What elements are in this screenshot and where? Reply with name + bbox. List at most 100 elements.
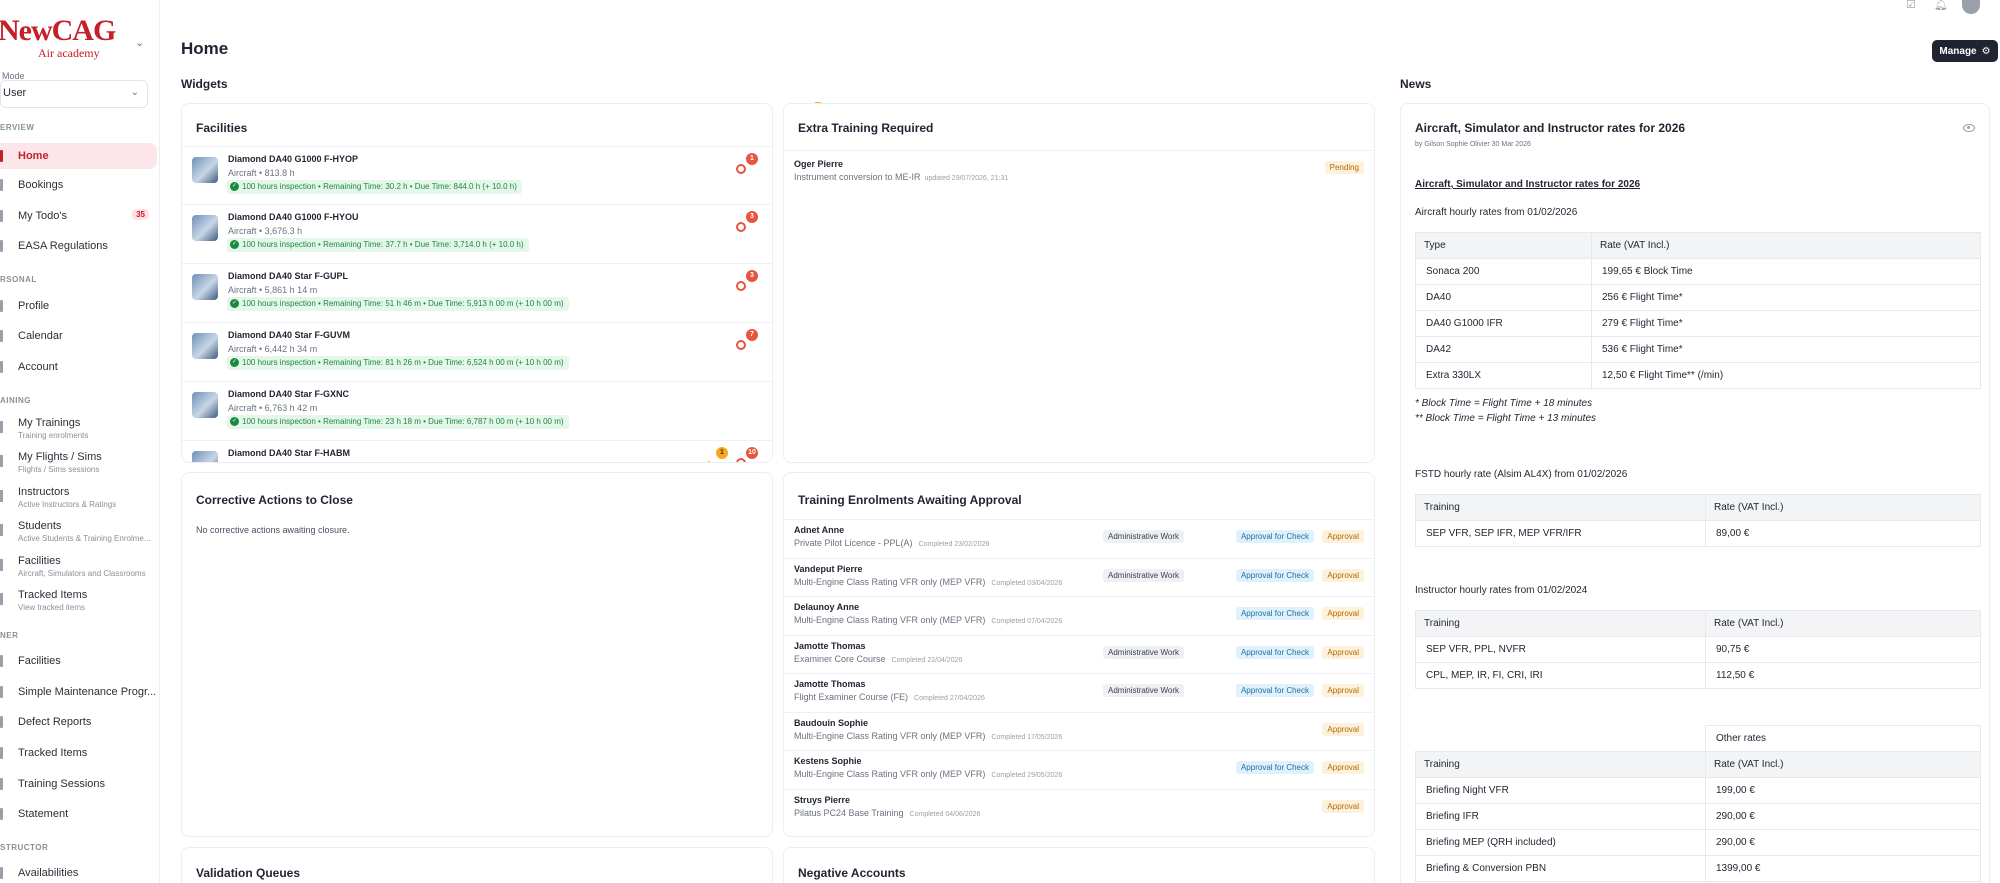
section-personal: RSONAL bbox=[0, 275, 37, 284]
aircraft-thumbnail bbox=[192, 451, 218, 462]
sidebar-item-defect-reports[interactable]: Defect Reports bbox=[0, 709, 157, 735]
table-cell: DA40 G1000 IFR bbox=[1415, 310, 1592, 337]
approval-check-tag: Approval for Check bbox=[1235, 568, 1314, 582]
table-row[interactable]: Jamotte Thomas Examiner Core Course Compl… bbox=[784, 634, 1374, 674]
sidebar-item-facilities[interactable]: Facilities Aircraft, Simulators and Class… bbox=[0, 555, 157, 585]
section-training: AINING bbox=[0, 396, 31, 405]
chevron-down-icon: ⌄ bbox=[130, 87, 139, 98]
table-cell: Briefing & Conversion PBN bbox=[1415, 855, 1706, 882]
sidebar-item-account[interactable]: Account bbox=[0, 354, 157, 380]
instructor-rates-intro: Instructor hourly rates from 01/02/2024 bbox=[1415, 585, 1588, 596]
course-line: Multi-Engine Class Rating VFR only (MEP … bbox=[794, 615, 1062, 625]
course-line: Flight Examiner Course (FE) Completed 27/… bbox=[794, 692, 985, 702]
news-title[interactable]: Aircraft, Simulator and Instructor rates… bbox=[1415, 121, 1685, 135]
sidebar-item-label: Simple Maintenance Progr... bbox=[18, 686, 157, 698]
graduation-icon bbox=[0, 421, 3, 433]
avatar[interactable] bbox=[1962, 0, 1980, 14]
sidebar-item-label: Profile bbox=[18, 300, 50, 312]
defect-count-badge: 10 bbox=[746, 447, 758, 459]
sidebar-item-todos[interactable]: My Todo's 35 bbox=[0, 203, 157, 229]
column-header: Rate (VAT Incl.) bbox=[1705, 494, 1981, 521]
mode-value: User bbox=[3, 87, 27, 99]
aircraft-rates-intro: Aircraft hourly rates from 01/02/2026 bbox=[1415, 207, 1578, 218]
sidebar-item-calendar[interactable]: Calendar bbox=[0, 323, 157, 349]
sidebar-item-statement[interactable]: Statement bbox=[0, 801, 157, 827]
table-row[interactable]: Adnet Anne Private Pilot Licence - PPL(A… bbox=[784, 519, 1374, 558]
calendar-icon bbox=[0, 330, 3, 342]
defect-icon[interactable] bbox=[736, 281, 746, 291]
course-line: Examiner Core Course Completed 22/04/2026 bbox=[794, 654, 962, 664]
eye-icon[interactable] bbox=[1963, 124, 1975, 132]
sidebar-item-label: My Trainings bbox=[18, 417, 81, 429]
facility-row[interactable]: Diamond DA40 Star F-GUVM Aircraft • 6,44… bbox=[182, 322, 772, 380]
column-header: Training bbox=[1415, 751, 1706, 778]
sidebar-item-tracked-items[interactable]: Tracked Items View tracked items bbox=[0, 589, 157, 619]
facility-row[interactable]: Diamond DA40 Star F-GXNC Aircraft • 6,76… bbox=[182, 381, 772, 439]
bell-icon[interactable]: 🔔︎ bbox=[1934, 0, 1948, 11]
facility-row[interactable]: Diamond DA40 G1000 F-HYOP Aircraft • 813… bbox=[182, 146, 772, 204]
table-row[interactable]: Jamotte Thomas Flight Examiner Course (F… bbox=[784, 673, 1374, 712]
book-icon bbox=[0, 240, 3, 252]
checklist-icon[interactable]: ☑ bbox=[1906, 0, 1918, 11]
facility-name: Diamond DA40 Star F-GUVM bbox=[228, 330, 351, 340]
sidebar-item-my-trainings[interactable]: My Trainings Training enrolments bbox=[0, 417, 157, 447]
table-row[interactable]: Vandeput Pierre Multi-Engine Class Ratin… bbox=[784, 557, 1374, 597]
sidebar-item-my-flights[interactable]: My Flights / Sims Flights / Sims sessions bbox=[0, 451, 157, 481]
facility-name: Diamond DA40 G1000 F-HYOP bbox=[228, 154, 359, 164]
course-name: Examiner Core Course bbox=[794, 653, 886, 664]
sidebar-item-easa-regulations[interactable]: EASA Regulations bbox=[0, 233, 157, 259]
facility-row[interactable]: Diamond DA40 Star F-GUPL Aircraft • 5,86… bbox=[182, 263, 772, 321]
sidebar-item-owner-facilities[interactable]: Facilities bbox=[0, 648, 157, 674]
chevron-down-icon[interactable]: ⌄ bbox=[135, 36, 144, 49]
widget-title: Validation Queues bbox=[196, 866, 301, 880]
warning-count-badge: 1 bbox=[716, 447, 728, 459]
sidebar-item-bookings[interactable]: Bookings bbox=[0, 172, 157, 198]
defect-icon[interactable] bbox=[736, 340, 746, 350]
alert-icon bbox=[0, 716, 3, 728]
sidebar-item-label: Tracked Items bbox=[18, 589, 88, 601]
table-cell: Briefing Night VFR bbox=[1415, 777, 1706, 804]
table-row[interactable]: Delaunoy Anne Multi-Engine Class Rating … bbox=[784, 596, 1374, 635]
defect-count-badge: 1 bbox=[746, 153, 758, 165]
sidebar-item-profile[interactable]: Profile bbox=[0, 293, 157, 319]
manage-label: Manage bbox=[1939, 45, 1977, 57]
table-row: DA40 256 € Flight Time* bbox=[1415, 284, 1981, 311]
manage-button[interactable]: Manage ⚙ bbox=[1932, 40, 1998, 62]
facility-hours: Aircraft • 5,861 h 14 m bbox=[228, 285, 318, 295]
top-right-toolbar: ☑ 🔔︎ bbox=[1906, 0, 1980, 14]
student-name: Jamotte Thomas bbox=[794, 640, 866, 651]
sidebar-item-availabilities[interactable]: Availabilities bbox=[0, 860, 157, 883]
table-row[interactable]: Kestens Sophie Multi-Engine Class Rating… bbox=[784, 750, 1374, 789]
sidebar-item-students[interactable]: Students Active Students & Training Enrol… bbox=[0, 520, 157, 550]
sidebar-item-instructors[interactable]: Instructors Active Instructors & Ratings bbox=[0, 486, 157, 516]
completed-date: Completed 03/04/2026 bbox=[991, 579, 1063, 587]
home-icon bbox=[0, 150, 3, 162]
section-owner: NER bbox=[0, 631, 19, 640]
table-row[interactable]: Struys Pierre Pilatus PC24 Base Training… bbox=[784, 788, 1374, 828]
facility-row[interactable]: Diamond DA40 G1000 F-HYOU Aircraft • 3,6… bbox=[182, 204, 772, 262]
column-header: Type bbox=[1415, 232, 1592, 259]
warning-icon[interactable]: ◣ bbox=[708, 458, 718, 462]
column-header: Rate (VAT Incl.) bbox=[1591, 232, 1981, 259]
course-name: Multi-Engine Class Rating VFR only (MEP … bbox=[794, 730, 986, 741]
sidebar-item-owner-tracked-items[interactable]: Tracked Items bbox=[0, 740, 157, 766]
sidebar-item-label: Instructors bbox=[18, 486, 70, 498]
approval-tag: Approval bbox=[1322, 684, 1364, 697]
table-row[interactable]: Baudouin Sophie Multi-Engine Class Ratin… bbox=[784, 711, 1374, 751]
sidebar-item-training-sessions[interactable]: Training Sessions bbox=[0, 771, 157, 797]
student-name: Adnet Anne bbox=[794, 525, 845, 535]
calendar-icon bbox=[0, 867, 3, 879]
defect-icon[interactable] bbox=[736, 458, 746, 462]
mode-select[interactable]: User ⌄ bbox=[0, 80, 148, 108]
logo[interactable]: NewCAG Air academy ⌄ bbox=[0, 12, 148, 60]
facility-row[interactable]: Diamond DA40 Star F-HABM ◣ 1 10 bbox=[182, 440, 772, 462]
completed-date: Completed 23/02/2026 bbox=[918, 541, 990, 548]
list-item[interactable]: Oger Pierre Instrument conversion to ME-… bbox=[784, 150, 1374, 190]
sidebar-item-sublabel: Active Students & Training Enrolme... bbox=[18, 534, 151, 543]
defect-icon[interactable] bbox=[736, 164, 746, 174]
course-name: Multi-Engine Class Rating VFR only (MEP … bbox=[794, 615, 986, 625]
sidebar-item-maintenance-program[interactable]: Simple Maintenance Progr... bbox=[0, 679, 157, 705]
sidebar-item-home[interactable]: Home bbox=[0, 143, 157, 169]
completed-date: Completed 27/04/2026 bbox=[914, 695, 985, 702]
defect-icon[interactable] bbox=[736, 222, 746, 232]
